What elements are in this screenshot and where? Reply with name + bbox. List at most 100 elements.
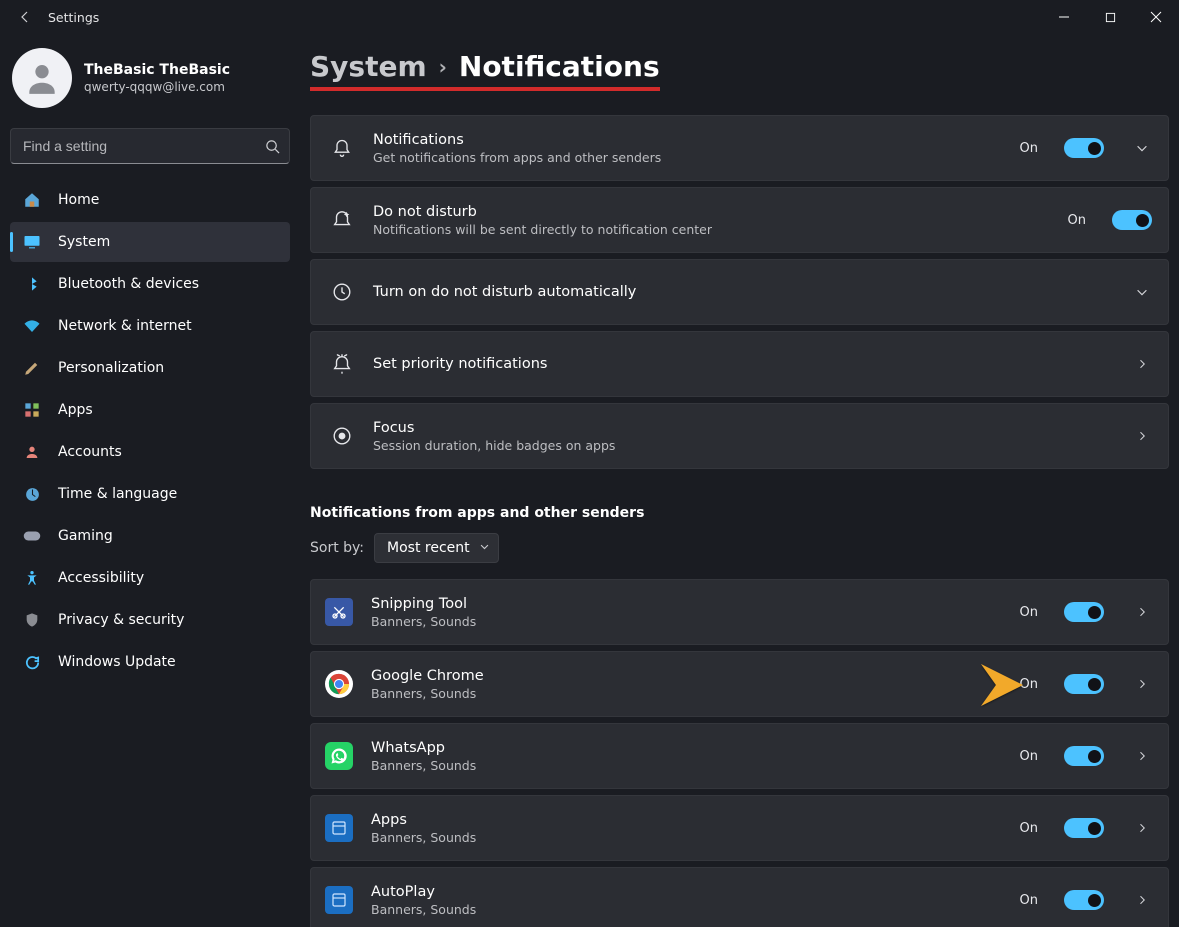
toggle-state-label: On bbox=[1020, 821, 1038, 836]
paintbrush-icon bbox=[22, 358, 42, 378]
card-do-not-disturb[interactable]: Do not disturb Notifications will be sen… bbox=[310, 187, 1169, 253]
app-row-snipping-tool[interactable]: Snipping Tool Banners, Sounds On bbox=[310, 579, 1169, 645]
bluetooth-icon bbox=[22, 274, 42, 294]
app-toggle[interactable] bbox=[1064, 818, 1104, 838]
window-controls bbox=[1041, 0, 1179, 34]
app-row-google-chrome[interactable]: Google Chrome Banners, Sounds On bbox=[310, 651, 1169, 717]
profile-email: qwerty-qqqw@live.com bbox=[84, 80, 230, 94]
card-title: Do not disturb bbox=[373, 204, 1050, 220]
card-priority-notifications[interactable]: Set priority notifications bbox=[310, 331, 1169, 397]
generic-app-icon bbox=[325, 886, 353, 914]
expand-chevron-icon[interactable] bbox=[1132, 282, 1152, 302]
dnd-toggle[interactable] bbox=[1112, 210, 1152, 230]
nav-label: Time & language bbox=[58, 486, 177, 502]
clock-globe-icon bbox=[22, 484, 42, 504]
search-icon[interactable] bbox=[265, 128, 280, 164]
card-dnd-automatic[interactable]: Turn on do not disturb automatically bbox=[310, 259, 1169, 325]
chevron-right-icon: › bbox=[439, 55, 447, 79]
app-row-whatsapp[interactable]: WhatsApp Banners, Sounds On bbox=[310, 723, 1169, 789]
card-subtitle: Get notifications from apps and other se… bbox=[373, 150, 1002, 165]
app-sub: Banners, Sounds bbox=[371, 614, 1002, 629]
nav-label: Accounts bbox=[58, 444, 122, 460]
breadcrumb-parent[interactable]: System bbox=[310, 50, 427, 83]
nav-item-accounts[interactable]: Accounts bbox=[10, 432, 290, 472]
apps-icon bbox=[22, 400, 42, 420]
card-title: Set priority notifications bbox=[373, 356, 1104, 372]
nav-item-home[interactable]: Home bbox=[10, 180, 290, 220]
expand-chevron-icon[interactable] bbox=[1132, 138, 1152, 158]
card-subtitle: Notifications will be sent directly to n… bbox=[373, 222, 1050, 237]
accessibility-icon bbox=[22, 568, 42, 588]
app-row-apps[interactable]: Apps Banners, Sounds On bbox=[310, 795, 1169, 861]
back-button[interactable] bbox=[14, 6, 36, 28]
app-sub: Banners, Sounds bbox=[371, 830, 1002, 845]
app-name: Snipping Tool bbox=[371, 596, 1002, 612]
toggle-state-label: On bbox=[1020, 141, 1038, 156]
focus-target-icon bbox=[329, 423, 355, 449]
generic-app-icon bbox=[325, 814, 353, 842]
nav-label: System bbox=[58, 234, 110, 250]
app-notifications-header: Notifications from apps and other sender… bbox=[310, 505, 1169, 521]
app-toggle[interactable] bbox=[1064, 674, 1104, 694]
nav-item-bluetooth[interactable]: Bluetooth & devices bbox=[10, 264, 290, 304]
nav-label: Windows Update bbox=[58, 654, 176, 670]
nav-item-personalization[interactable]: Personalization bbox=[10, 348, 290, 388]
whatsapp-icon bbox=[325, 742, 353, 770]
toggle-state-label: On bbox=[1020, 893, 1038, 908]
app-name: Google Chrome bbox=[371, 668, 1002, 684]
nav-label: Privacy & security bbox=[58, 612, 184, 628]
nav-item-gaming[interactable]: Gaming bbox=[10, 516, 290, 556]
navigate-chevron-icon[interactable] bbox=[1132, 818, 1152, 838]
priority-icon bbox=[329, 351, 355, 377]
card-notifications[interactable]: Notifications Get notifications from app… bbox=[310, 115, 1169, 181]
nav-item-privacy[interactable]: Privacy & security bbox=[10, 600, 290, 640]
main-content: System › Notifications Notifications Get… bbox=[300, 34, 1179, 927]
app-name: WhatsApp bbox=[371, 740, 1002, 756]
navigate-chevron-icon[interactable] bbox=[1132, 746, 1152, 766]
sort-value: Most recent bbox=[387, 540, 470, 556]
profile-text: TheBasic TheBasic qwerty-qqqw@live.com bbox=[84, 62, 230, 94]
app-sub: Banners, Sounds bbox=[371, 758, 1002, 773]
gamepad-icon bbox=[22, 526, 42, 546]
nav-label: Gaming bbox=[58, 528, 113, 544]
notifications-toggle[interactable] bbox=[1064, 138, 1104, 158]
toggle-state-label: On bbox=[1020, 677, 1038, 692]
card-title: Turn on do not disturb automatically bbox=[373, 284, 1104, 300]
update-icon bbox=[22, 652, 42, 672]
nav-item-network[interactable]: Network & internet bbox=[10, 306, 290, 346]
nav-item-apps[interactable]: Apps bbox=[10, 390, 290, 430]
nav-item-windows-update[interactable]: Windows Update bbox=[10, 642, 290, 682]
app-toggle[interactable] bbox=[1064, 890, 1104, 910]
navigate-chevron-icon[interactable] bbox=[1132, 426, 1152, 446]
close-button[interactable] bbox=[1133, 0, 1179, 34]
card-subtitle: Session duration, hide badges on apps bbox=[373, 438, 1104, 453]
card-focus[interactable]: Focus Session duration, hide badges on a… bbox=[310, 403, 1169, 469]
profile-block[interactable]: TheBasic TheBasic qwerty-qqqw@live.com bbox=[10, 44, 290, 122]
app-row-autoplay[interactable]: AutoPlay Banners, Sounds On bbox=[310, 867, 1169, 927]
nav-label: Personalization bbox=[58, 360, 164, 376]
breadcrumb-current: Notifications bbox=[459, 50, 660, 83]
breadcrumb: System › Notifications bbox=[310, 50, 660, 91]
sort-dropdown[interactable]: Most recent bbox=[374, 533, 499, 563]
app-toggle[interactable] bbox=[1064, 746, 1104, 766]
navigate-chevron-icon[interactable] bbox=[1132, 674, 1152, 694]
nav-item-time-language[interactable]: Time & language bbox=[10, 474, 290, 514]
chrome-icon bbox=[325, 670, 353, 698]
app-toggle[interactable] bbox=[1064, 602, 1104, 622]
navigate-chevron-icon[interactable] bbox=[1132, 354, 1152, 374]
navigate-chevron-icon[interactable] bbox=[1132, 890, 1152, 910]
sidebar: TheBasic TheBasic qwerty-qqqw@live.com H… bbox=[0, 34, 300, 927]
accounts-icon bbox=[22, 442, 42, 462]
toggle-state-label: On bbox=[1020, 749, 1038, 764]
navigate-chevron-icon[interactable] bbox=[1132, 602, 1152, 622]
toggle-state-label: On bbox=[1068, 213, 1086, 228]
card-title: Focus bbox=[373, 420, 1104, 436]
maximize-button[interactable] bbox=[1087, 0, 1133, 34]
clock-icon bbox=[329, 279, 355, 305]
search-input[interactable] bbox=[10, 128, 290, 164]
sort-label: Sort by: bbox=[310, 540, 364, 556]
snipping-tool-icon bbox=[325, 598, 353, 626]
minimize-button[interactable] bbox=[1041, 0, 1087, 34]
nav-item-accessibility[interactable]: Accessibility bbox=[10, 558, 290, 598]
nav-item-system[interactable]: System bbox=[10, 222, 290, 262]
